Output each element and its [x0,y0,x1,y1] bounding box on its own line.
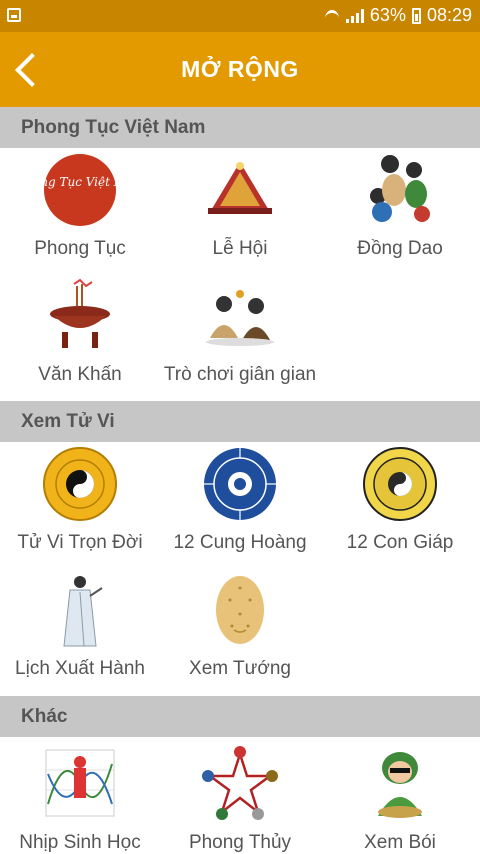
menu-item-label: Nhịp Sinh Học [19,832,141,853]
menu-item-phong-thuy[interactable]: Phong Thủy [160,744,320,854]
scholar-icon [40,570,120,650]
menu-item-van-khan[interactable]: Văn Khấn [0,276,160,386]
menu-item-tu-vi-tron-doi[interactable]: Tử Vi Trọn Đời [0,444,160,554]
svg-text:Phong Tục Việt Nam: Phong Tục Việt Nam [40,175,120,189]
festival-icon [200,150,280,230]
yin-yang-zodiac-icon [40,444,120,524]
menu-item-tro-choi-dan-gian[interactable]: Trò chơi giân gian [160,276,320,386]
menu-item-label: Lễ Hội [212,238,268,259]
menu-item-label: Phong Tục [34,238,126,259]
menu-item-phong-tuc[interactable]: Phong Tục Việt Nam Phong Tục [0,150,160,260]
menu-item-label: Đồng Dao [357,238,443,259]
children-icon [360,150,440,230]
clock: 08:29 [426,5,472,25]
signal-icon [345,8,364,23]
battery-icon [411,7,421,24]
biorhythm-icon [40,744,120,824]
menu-item-label: Lịch Xuất Hành [15,658,145,679]
menu-item-lich-xuat-hanh[interactable]: Lịch Xuất Hành [0,570,160,680]
menu-item-label: 12 Cung Hoàng [173,532,307,553]
menu-item-label: Xem Tướng [189,658,291,679]
status-bar: 63% 08:29 [0,0,480,32]
app-bar: MỞ RỘNG [0,32,480,107]
menu-item-xem-tuong[interactable]: Xem Tướng [160,570,320,680]
screenshot-notification-icon [7,8,21,22]
menu-item-label: 12 Con Giáp [346,532,454,553]
menu-item-label: Phong Thủy [188,832,292,853]
menu-item-label: Trò chơi giân gian [163,364,317,385]
feng-shui-icon [200,744,280,824]
section-header-phong-tuc: Phong Tục Việt Nam [0,107,480,148]
menu-item-nhip-sinh-hoc[interactable]: Nhịp Sinh Học [0,744,160,854]
wifi-icon [324,9,340,23]
phong-tuc-icon: Phong Tục Việt Nam [40,150,120,230]
fortune-teller-icon [360,744,440,824]
menu-item-12-con-giap[interactable]: 12 Con Giáp [320,444,480,554]
menu-item-12-cung-hoang[interactable]: 12 Cung Hoàng [160,444,320,554]
incense-icon [40,276,120,356]
bagua-icon [360,444,440,524]
section-header-xem-tu-vi: Xem Tử Vi [0,401,480,442]
menu-item-label: Tử Vi Trọn Đời [17,532,143,553]
menu-item-label: Xem Bói [364,832,436,853]
menu-item-label: Văn Khấn [38,364,122,385]
page-title: MỞ RỘNG [181,56,299,82]
section-header-khac: Khác [0,696,480,737]
folk-game-icon [200,276,280,356]
zodiac-wheel-icon [200,444,280,524]
menu-item-le-hoi[interactable]: Lễ Hội [160,150,320,260]
menu-item-xem-boi[interactable]: Xem Bói [320,744,480,854]
menu-item-dong-dao[interactable]: Đồng Dao [320,150,480,260]
battery-percent: 63% [369,5,406,25]
status-icons: 63% 08:29 [324,5,472,26]
face-reading-icon [200,570,280,650]
